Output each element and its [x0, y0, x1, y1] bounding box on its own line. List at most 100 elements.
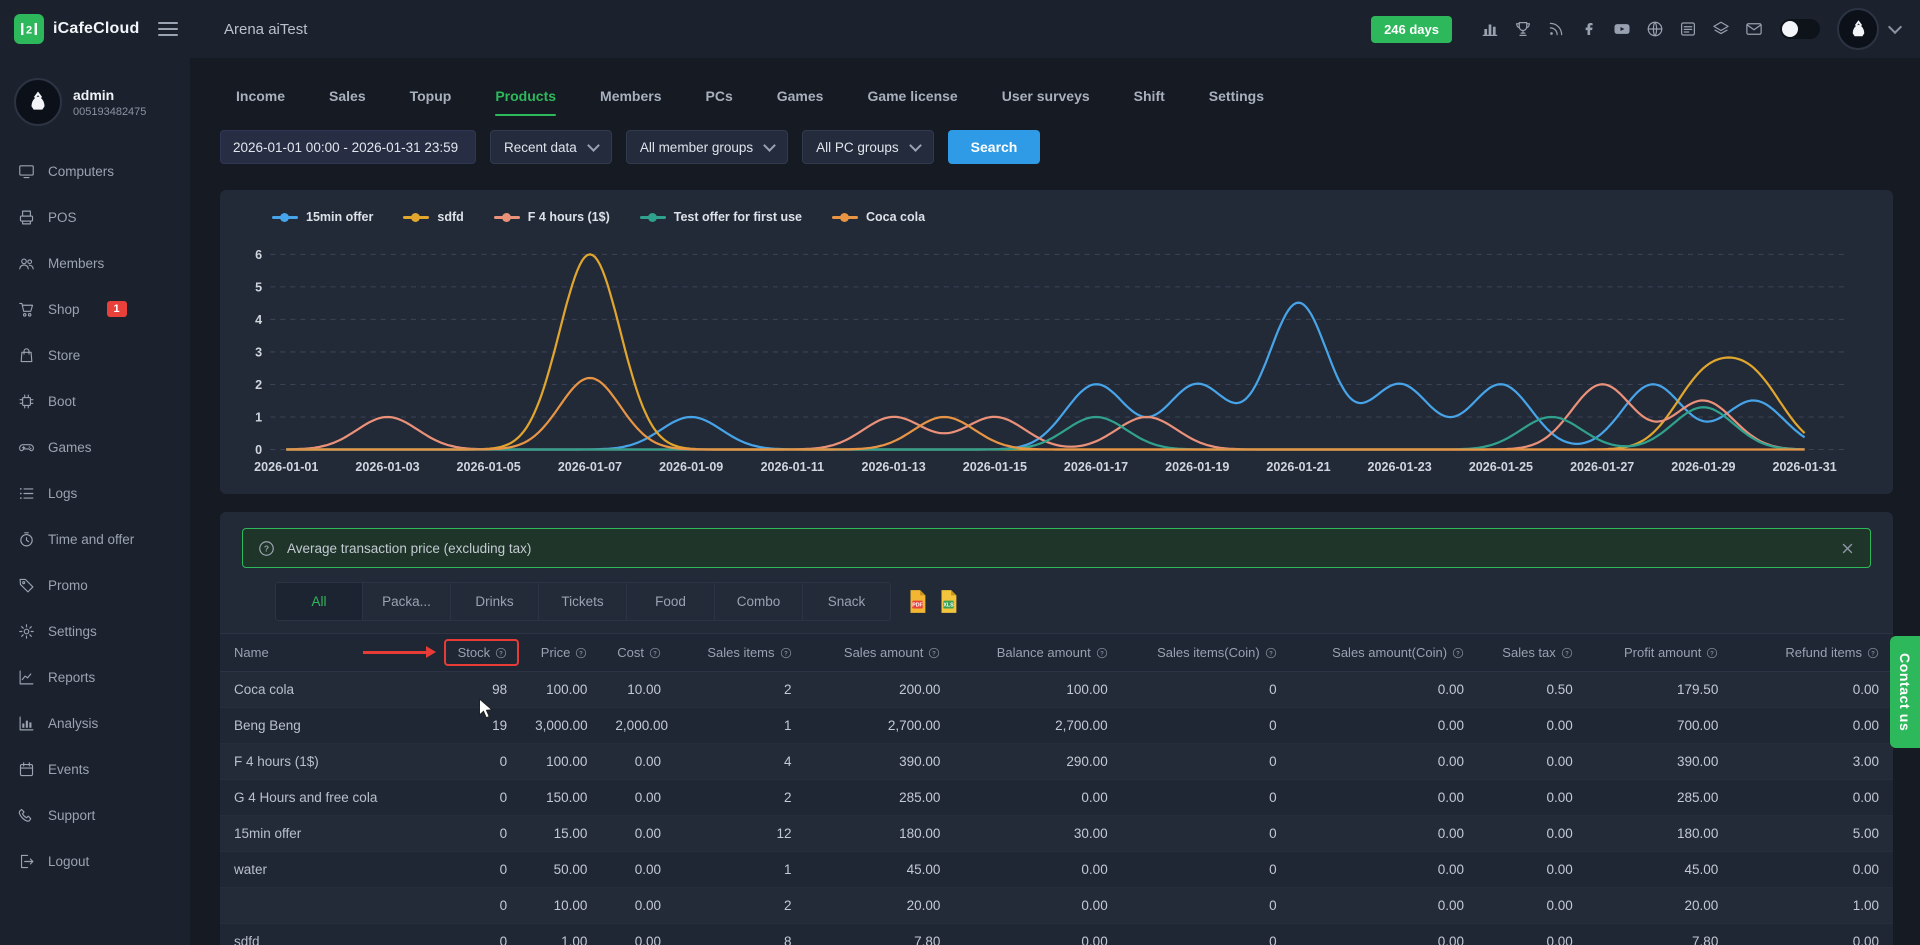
category-tab-combo[interactable]: Combo [715, 582, 803, 621]
profile-username: admin [73, 86, 146, 104]
column-header-sales-items[interactable]: Sales items? [675, 634, 805, 672]
stats-icon[interactable] [1481, 20, 1499, 38]
sidebar-item-analysis[interactable]: Analysis [0, 700, 190, 746]
youtube-icon[interactable] [1613, 20, 1631, 38]
license-days-badge[interactable]: 246 days [1371, 16, 1452, 43]
info-icon[interactable]: ? [928, 647, 940, 659]
sidebar-item-settings[interactable]: Settings [0, 608, 190, 654]
export-pdf-button[interactable]: PDF [907, 589, 928, 614]
column-header-balance-amount[interactable]: Balance amount? [954, 634, 1121, 672]
facebook-icon[interactable] [1580, 20, 1598, 38]
info-icon[interactable]: ? [649, 647, 661, 659]
info-icon[interactable]: ? [1867, 647, 1879, 659]
svg-text:2026-01-09: 2026-01-09 [659, 460, 723, 474]
value-cell: 100.00 [521, 672, 601, 708]
sidebar-menu: ComputersPOSMembersShop1StoreBootGamesLo… [0, 148, 190, 884]
legend-item-f-4-hours-1[interactable]: F 4 hours (1$) [494, 210, 610, 224]
tab-pcs[interactable]: PCs [706, 88, 733, 116]
tab-sales[interactable]: Sales [329, 88, 366, 116]
rss-icon[interactable] [1547, 20, 1565, 38]
profile-menu-caret-icon[interactable] [1888, 20, 1902, 34]
recent-data-select[interactable]: Recent data [490, 130, 612, 164]
tab-game-license[interactable]: Game license [867, 88, 957, 116]
value-cell: 0.00 [1291, 780, 1478, 816]
value-cell: 0.00 [1478, 924, 1587, 945]
date-range-input[interactable] [220, 130, 476, 164]
legend-item-test-offer-for-first-use[interactable]: Test offer for first use [640, 210, 802, 224]
layers-icon[interactable] [1712, 20, 1730, 38]
column-header-price[interactable]: Price? [521, 634, 601, 672]
category-tab-tickets[interactable]: Tickets [539, 582, 627, 621]
sidebar-item-promo[interactable]: Promo [0, 562, 190, 608]
tab-topup[interactable]: Topup [410, 88, 452, 116]
close-icon[interactable] [1840, 541, 1855, 556]
sidebar-item-members[interactable]: Members [0, 240, 190, 286]
sidebar-item-store[interactable]: Store [0, 332, 190, 378]
value-cell: 390.00 [1587, 744, 1733, 780]
column-header-sales-amount-coin[interactable]: Sales amount(Coin)? [1291, 634, 1478, 672]
question-icon: ? [258, 540, 275, 557]
sidebar-item-computers[interactable]: Computers [0, 148, 190, 194]
icafecloud-logo[interactable]: 2 [14, 14, 44, 44]
sidebar-item-support[interactable]: Support [0, 792, 190, 838]
category-tab-food[interactable]: Food [627, 582, 715, 621]
info-icon[interactable]: ? [1265, 647, 1277, 659]
column-header-sales-tax[interactable]: Sales tax? [1478, 634, 1587, 672]
contact-us-button[interactable]: Contact us [1890, 636, 1920, 748]
info-icon[interactable]: ? [1096, 647, 1108, 659]
globe-icon[interactable] [1646, 20, 1664, 38]
info-icon[interactable]: ? [1706, 647, 1718, 659]
info-icon[interactable]: ? [1452, 647, 1464, 659]
tab-products[interactable]: Products [495, 88, 556, 116]
tab-user-surveys[interactable]: User surveys [1002, 88, 1090, 116]
category-tab-all[interactable]: All [275, 582, 363, 621]
invoice-icon[interactable] [1679, 20, 1697, 38]
legend-item-coca-cola[interactable]: Coca cola [832, 210, 925, 224]
category-tab-drinks[interactable]: Drinks [451, 582, 539, 621]
info-icon[interactable]: ? [1561, 647, 1573, 659]
sidebar-item-time-and-offer[interactable]: Time and offer [0, 516, 190, 562]
info-icon[interactable]: ? [575, 647, 587, 659]
info-icon[interactable]: ? [495, 647, 507, 659]
mail-icon[interactable] [1745, 20, 1763, 38]
tab-games[interactable]: Games [777, 88, 824, 116]
pc-groups-select[interactable]: All PC groups [802, 130, 934, 164]
tab-shift[interactable]: Shift [1134, 88, 1165, 116]
info-icon[interactable]: ? [780, 647, 792, 659]
games-icon [18, 439, 35, 456]
sidebar-item-boot[interactable]: Boot [0, 378, 190, 424]
sidebar-profile[interactable]: admin 005193482475 [0, 58, 190, 138]
sidebar-item-shop[interactable]: Shop1 [0, 286, 190, 332]
sidebar-item-events[interactable]: Events [0, 746, 190, 792]
sidebar-item-pos[interactable]: POS [0, 194, 190, 240]
category-tab-snack[interactable]: Snack [803, 582, 891, 621]
category-tab-packa[interactable]: Packa... [363, 582, 451, 621]
column-header-sales-amount[interactable]: Sales amount? [806, 634, 955, 672]
column-header-stock[interactable]: Stock? [443, 634, 522, 672]
tab-settings[interactable]: Settings [1209, 88, 1264, 116]
trophy-icon[interactable] [1514, 20, 1532, 38]
legend-item-sdfd[interactable]: sdfd [403, 210, 463, 224]
value-cell: 179.50 [1587, 672, 1733, 708]
sidebar-item-games[interactable]: Games [0, 424, 190, 470]
sidebar-item-reports[interactable]: Reports [0, 654, 190, 700]
tab-income[interactable]: Income [236, 88, 285, 116]
dark-mode-toggle[interactable] [1780, 19, 1820, 39]
column-header-cost[interactable]: Cost? [601, 634, 675, 672]
column-header-refund-items[interactable]: Refund items? [1732, 634, 1893, 672]
sidebar-item-logout[interactable]: Logout [0, 838, 190, 884]
column-header-profit-amount[interactable]: Profit amount? [1587, 634, 1733, 672]
profile-menu-avatar[interactable] [1837, 8, 1879, 50]
sidebar-item-logs[interactable]: Logs [0, 470, 190, 516]
column-header-sales-items-coin[interactable]: Sales items(Coin)? [1122, 634, 1291, 672]
tab-members[interactable]: Members [600, 88, 661, 116]
legend-item-15min-offer[interactable]: 15min offer [272, 210, 373, 224]
column-header-name[interactable]: Name [220, 634, 443, 672]
toggle-knob [1782, 21, 1798, 37]
search-button[interactable]: Search [948, 130, 1041, 164]
chevron-down-icon [909, 139, 922, 152]
hamburger-menu-icon[interactable] [158, 22, 178, 36]
pdf-file-icon: PDF [907, 589, 928, 614]
export-excel-button[interactable]: XLS [938, 589, 959, 614]
member-groups-select[interactable]: All member groups [626, 130, 788, 164]
